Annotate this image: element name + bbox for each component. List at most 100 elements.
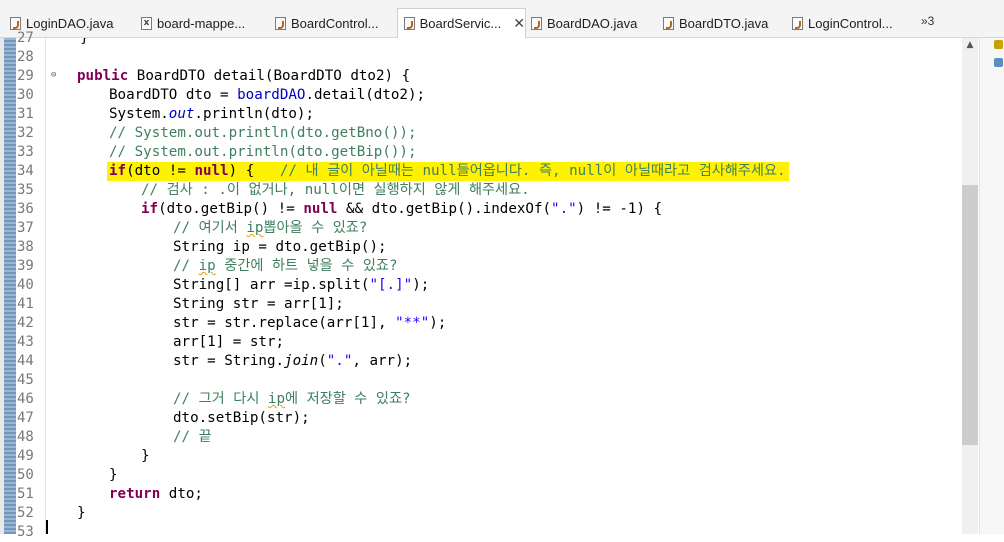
string-literal: "**" [395, 315, 430, 331]
code-line: String[] arr =ip.split("[.]"); [173, 276, 429, 295]
tab-label: LoginControl... [808, 15, 893, 31]
string-literal: "." [326, 353, 353, 369]
keyword: null [303, 201, 338, 217]
line-number: 53 [17, 524, 34, 540]
code-line: String ip = dto.getBip(); [173, 239, 387, 255]
code-line: if(dto.getBip() != null && dto.getBip().… [141, 200, 662, 219]
highlighted-code-line: if(dto != null) { // 내 글이 아닐때는 null들어옵니다… [107, 162, 789, 181]
comment-line: // 그거 다시 ip에 저장할 수 있죠? [173, 390, 411, 409]
tab-boarddao[interactable]: BoardDAO.java [531, 9, 637, 37]
line-number: 51 [17, 486, 34, 502]
line-number: 29 [17, 68, 34, 84]
comment-line: // 끝 [173, 429, 212, 445]
code-text: ( [318, 353, 327, 369]
comment: 에 저장할 수 있죠? [285, 391, 411, 407]
tab-overflow-button[interactable]: »3 [921, 14, 934, 28]
keyword: public [77, 68, 129, 84]
line-number: 31 [17, 106, 34, 122]
comment: // 여기서 [173, 220, 247, 236]
code-line: str = String.join(".", arr); [173, 352, 412, 371]
line-number: 44 [17, 353, 34, 369]
java-file-icon [10, 16, 21, 30]
code-text: ) { [228, 163, 280, 179]
scrollbar-thumb[interactable] [962, 185, 978, 445]
line-number: 49 [17, 448, 34, 464]
code-line: BoardDTO dto = boardDAO.detail(dto2); [109, 86, 425, 105]
scroll-up-arrow-icon[interactable]: ▲ [962, 38, 978, 52]
code-line: return dto; [109, 485, 203, 504]
code-line: String str = arr[1]; [173, 296, 344, 312]
static-field-reference: out [168, 106, 195, 122]
static-method: join [284, 353, 319, 369]
line-number: 27 [17, 30, 34, 46]
tab-label: BoardDAO.java [547, 15, 638, 31]
comment: 뽑아올 수 있죠? [263, 220, 368, 236]
code-text: System. [109, 106, 169, 122]
code-line: dto.setBip(str); [173, 410, 310, 426]
editor-tab-bar: LoginDAO.java x board-mappe... BoardCont… [0, 0, 1004, 38]
spelling-warning: ip [198, 258, 216, 274]
comment: // 내 글이 아닐때는 null들어옵니다. 즉, null이 아닐때라고 검… [279, 163, 786, 179]
field-reference: boardDAO [237, 87, 306, 103]
code-line: System.out.println(dto); [109, 105, 314, 124]
code-line: arr[1] = str; [173, 334, 285, 350]
line-number: 33 [17, 144, 34, 160]
code-line: public BoardDTO detail(BoardDTO dto2) { [77, 67, 410, 86]
tab-label: BoardServic... [419, 16, 502, 31]
code-text: && dto.getBip().indexOf( [337, 201, 552, 217]
string-literal: "[.]" [369, 277, 413, 293]
outline-icon[interactable] [994, 58, 1003, 67]
comment: // [173, 258, 199, 274]
code-line: } [141, 448, 150, 464]
line-number: 38 [17, 239, 34, 255]
text-cursor [46, 520, 48, 534]
code-editor[interactable]: } public BoardDTO detail(BoardDTO dto2) … [46, 38, 962, 534]
tab-label: BoardControl... [291, 15, 379, 31]
comment: 중간에 하트 넣을 수 있죠? [215, 258, 398, 274]
line-number: 32 [17, 125, 34, 141]
tab-boardcontroller[interactable]: BoardControl... [275, 9, 378, 37]
keyword: if [109, 163, 127, 179]
tab-logincontroller[interactable]: LoginControl... [792, 9, 893, 37]
code-line: } [77, 505, 86, 521]
comment-line: // System.out.println(dto.getBno()); [109, 125, 417, 141]
comment: // 그거 다시 [173, 391, 268, 407]
code-text: (dto.getBip() != [158, 201, 304, 217]
keyword: if [141, 201, 159, 217]
tab-boarddto[interactable]: BoardDTO.java [663, 9, 768, 37]
tab-label: BoardDTO.java [679, 15, 769, 31]
code-text: BoardDTO detail(BoardDTO dto2) { [128, 68, 411, 84]
line-number: 37 [17, 220, 34, 236]
tab-label: LoginDAO.java [26, 15, 114, 31]
comment-line: // ip 중간에 하트 넣을 수 있죠? [173, 257, 398, 276]
code-text: ) != -1) { [576, 201, 663, 217]
code-text: dto; [160, 486, 203, 502]
code-text: ); [429, 315, 447, 331]
code-line: } [46, 38, 89, 46]
tab-board-mapper[interactable]: x board-mappe... [141, 9, 245, 37]
spelling-warning: ip [267, 391, 286, 407]
tab-label: board-mappe... [157, 15, 246, 31]
close-icon[interactable]: ✕ [513, 15, 525, 32]
comment-line: // System.out.println(dto.getBip()); [109, 144, 417, 160]
line-number: 48 [17, 429, 34, 445]
keyword: null [194, 163, 229, 179]
change-annotation-bar [4, 38, 16, 534]
code-line: } [109, 467, 118, 483]
java-file-icon [404, 17, 415, 30]
line-number: 42 [17, 315, 34, 331]
code-text: str = str.replace(arr[1], [173, 315, 396, 331]
line-number: 45 [17, 372, 34, 388]
line-number: 47 [17, 410, 34, 426]
line-number: 36 [17, 201, 34, 217]
side-toolbar [979, 38, 1004, 534]
line-number: 46 [17, 391, 34, 407]
line-number: 35 [17, 182, 34, 198]
java-file-icon [792, 16, 803, 30]
tab-boardservice[interactable]: BoardServic... ✕ [397, 8, 526, 38]
minimize-icon[interactable] [994, 40, 1003, 49]
line-number: 43 [17, 334, 34, 350]
line-number: 30 [17, 87, 34, 103]
line-number: 52 [17, 505, 34, 521]
java-file-icon [531, 16, 542, 30]
